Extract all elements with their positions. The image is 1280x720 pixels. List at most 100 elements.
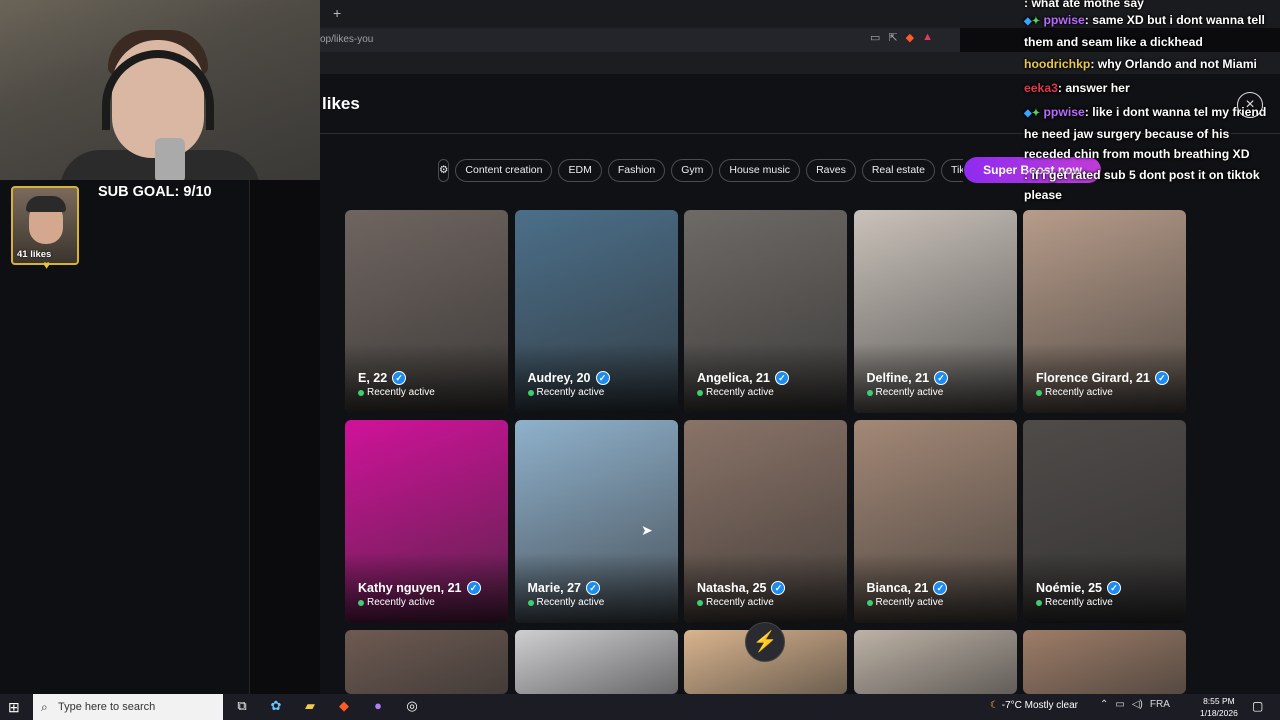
chat-message: : if i get rated sub 5 dont post it on t… (1024, 165, 1276, 205)
taskbar: ⊞ ⌕ Type here to search ⧉ ✿ ▰ ◆ ● ◎ ☾ -7… (0, 694, 1280, 720)
task-view-icon[interactable]: ⧉ (232, 698, 252, 714)
weather-icon: ☾ (990, 700, 1002, 711)
profile-card[interactable]: E, 22 ✓ Recently active (345, 210, 508, 413)
filter-chip[interactable]: Raves (806, 158, 856, 182)
filter-chip[interactable]: Content creation (455, 158, 553, 182)
profile-card[interactable]: Noémie, 25 ✓ Recently active (1023, 420, 1186, 623)
chat-message: eeka3: answer her (1024, 78, 1276, 98)
copilot-icon[interactable]: ✿ (266, 698, 286, 714)
profile-card[interactable] (853, 630, 1017, 694)
profile-card[interactable] (514, 630, 678, 694)
filter-chip[interactable]: EDM (558, 158, 602, 182)
profile-name: E, 22 ✓ (358, 371, 407, 385)
profile-name: Bianca, 21 ✓ (867, 581, 948, 595)
taskbar-search[interactable]: ⌕ Type here to search (33, 694, 223, 720)
profile-card[interactable]: Marie, 27 ✓ Recently active (514, 420, 678, 623)
verified-icon: ✓ (1154, 371, 1169, 385)
clock[interactable]: 8:55 PM 1/18/2026 (1200, 695, 1238, 719)
profile-name: Florence Girard, 21 ✓ (1036, 371, 1169, 385)
bat-rewards-icon[interactable]: ▲ (922, 31, 933, 44)
windows-start-icon[interactable]: ⊞ (8, 699, 20, 716)
badge-icon: ✦ (1031, 16, 1041, 27)
screen-icon[interactable]: ▭ (870, 31, 880, 44)
share-icon[interactable]: ⇱ (888, 31, 897, 44)
filter-chip[interactable]: Fashion (607, 158, 666, 182)
app-icon[interactable]: ● (368, 698, 388, 714)
verified-icon: ✓ (771, 581, 786, 595)
brave-shield-icon[interactable]: ◆ (906, 31, 914, 44)
tray-chevron-icon[interactable]: ⌃ (1100, 699, 1108, 710)
filter-chip[interactable]: TikTo (940, 158, 963, 182)
profile-name: Noémie, 25 ✓ (1036, 581, 1122, 595)
notification-icon[interactable]: ▢ (1252, 699, 1263, 713)
filter-chip[interactable]: House music (719, 158, 801, 182)
activity-status: Recently active (697, 597, 774, 608)
profile-card[interactable] (1023, 630, 1186, 694)
microphone-icon (155, 138, 185, 180)
chat-username: eeka3 (1024, 81, 1058, 95)
page-title: likes (322, 94, 360, 113)
active-dot-icon (527, 599, 534, 606)
profile-card[interactable]: Audrey, 20 ✓ Recently active (514, 210, 678, 413)
activity-status: Recently active (358, 387, 435, 398)
new-tab-button[interactable]: + (333, 5, 341, 21)
profile-name: Audrey, 20 ✓ (528, 371, 610, 385)
activity-status: Recently active (1036, 597, 1113, 608)
network-icon[interactable]: ▭ (1115, 699, 1124, 710)
language-indicator[interactable]: FRA (1150, 699, 1170, 710)
profile-card[interactable] (345, 630, 508, 694)
address-bar-icons: ▭ ⇱ ◆ ▲ (870, 31, 933, 44)
url-text[interactable]: op/likes-you (320, 34, 373, 45)
active-dot-icon (358, 599, 364, 606)
screen: + op/likes-you ▭ ⇱ ◆ ▲ likes ⚙ Content c… (0, 0, 1280, 720)
close-icon[interactable]: × (1237, 92, 1263, 118)
obs-icon[interactable]: ◎ (402, 698, 422, 714)
activity-status: Recently active (527, 597, 604, 608)
verified-icon: ✓ (934, 371, 949, 385)
streamer-avatar: 41 likes (11, 186, 79, 265)
system-tray: ⌃ ▭ ◁) FRA (1100, 699, 1170, 710)
filter-chip[interactable]: Gym (671, 158, 714, 182)
profile-card[interactable]: Delfine, 21 ✓ Recently active (853, 210, 1017, 413)
activity-status: Recently active (866, 387, 943, 398)
verified-icon: ✓ (392, 371, 407, 385)
boost-bolt-button[interactable]: ⚡ (745, 622, 785, 662)
mouse-cursor-icon: ➤ (641, 522, 653, 538)
profile-name: Delfine, 21 ✓ (867, 371, 949, 385)
active-dot-icon (1036, 599, 1042, 606)
active-dot-icon (527, 389, 534, 396)
profile-card[interactable]: Florence Girard, 21 ✓ Recently active (1023, 210, 1186, 413)
verified-icon: ✓ (586, 581, 601, 595)
search-placeholder[interactable]: Type here to search (58, 701, 155, 713)
chat-username: ppwise (1043, 105, 1085, 119)
profile-card[interactable]: Natasha, 25 ✓ Recently active (684, 420, 847, 623)
sub-goal: SUB GOAL: 9/10 (98, 184, 212, 200)
chat-message: ◆✦ ppwise: same XD but i dont wanna tell… (1024, 10, 1276, 52)
chat-username: hoodrichkp (1024, 57, 1091, 71)
heart-icon: ♥ (43, 258, 51, 272)
address-bar[interactable] (320, 28, 960, 52)
chat-text: : what ate mothe say (1024, 0, 1144, 10)
filter-chip[interactable]: Real estate (861, 158, 935, 182)
file-explorer-icon[interactable]: ▰ (300, 698, 320, 714)
activity-status: Recently active (527, 387, 604, 398)
brave-browser-icon[interactable]: ◆ (334, 698, 354, 714)
profile-name: Natasha, 25 ✓ (697, 581, 786, 595)
filter-settings-icon[interactable]: ⚙ (438, 158, 450, 182)
verified-icon: ✓ (466, 581, 481, 595)
verified-icon: ✓ (595, 371, 610, 385)
volume-icon[interactable]: ◁) (1132, 699, 1143, 710)
chat-text: : why Orlando and not Miami (1090, 57, 1257, 71)
activity-status: Recently active (358, 597, 435, 608)
active-dot-icon (697, 389, 703, 396)
profile-card[interactable]: Angelica, 21 ✓ Recently active (684, 210, 847, 413)
profile-card[interactable]: Kathy nguyen, 21 ✓ Recently active (345, 420, 508, 623)
profile-card[interactable]: Bianca, 21 ✓ Recently active (853, 420, 1017, 623)
activity-status: Recently active (697, 387, 774, 398)
taskbar-apps: ⧉ ✿ ▰ ◆ ● ◎ (232, 698, 422, 714)
profile-name: Kathy nguyen, 21 ✓ (358, 581, 481, 595)
activity-status: Recently active (866, 597, 943, 608)
filter-bar: ⚙ Content creation EDM Fashion Gym House… (438, 158, 963, 182)
weather-widget[interactable]: ☾ -7°C Mostly clear (990, 700, 1078, 711)
activity-status: Recently active (1036, 387, 1113, 398)
